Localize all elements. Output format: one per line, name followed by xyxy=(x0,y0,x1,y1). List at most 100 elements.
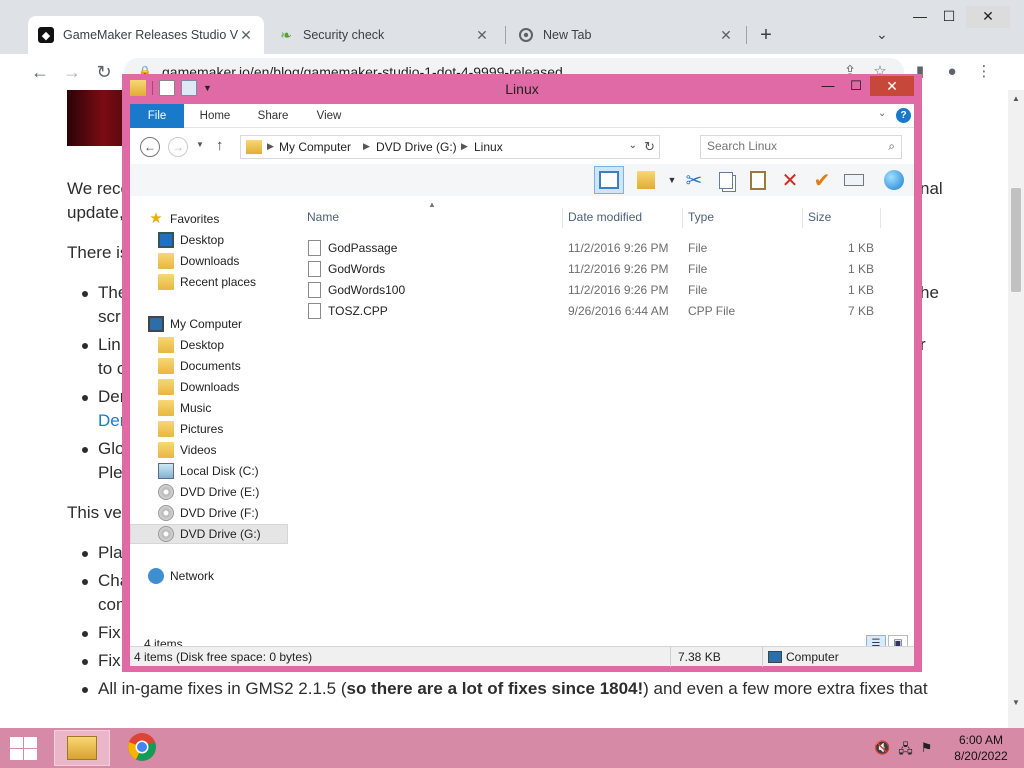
column-header-name[interactable]: Name xyxy=(307,210,339,224)
sort-ascending-icon: ▲ xyxy=(428,200,436,209)
action-center-icon[interactable]: ⚑ xyxy=(921,740,933,762)
column-divider[interactable] xyxy=(562,208,563,228)
chevron-right-icon[interactable]: ▶ xyxy=(461,141,468,152)
network-status-icon[interactable]: 🖧 xyxy=(898,740,913,762)
chevron-down-icon[interactable]: ⌄ xyxy=(878,108,886,119)
cut-icon[interactable]: ✂ xyxy=(682,168,706,192)
reload-button[interactable]: ↻ xyxy=(92,60,116,84)
profile-icon[interactable]: ● xyxy=(940,60,964,84)
preview-pane-icon[interactable] xyxy=(594,166,624,194)
window-title: Linux xyxy=(505,81,539,97)
chevron-down-icon[interactable]: ⌄ xyxy=(876,26,888,43)
select-all-icon[interactable] xyxy=(842,168,866,192)
file-date: 11/2/2016 9:26 PM xyxy=(568,241,669,255)
tab-new-tab[interactable]: New Tab ✕ xyxy=(508,16,744,54)
search-icon[interactable]: ⌕ xyxy=(888,139,895,154)
back-button[interactable]: ← xyxy=(140,137,160,157)
chevron-down-icon[interactable]: ⌄ xyxy=(629,140,637,151)
globe-icon[interactable] xyxy=(882,168,906,192)
nav-music[interactable]: Music xyxy=(130,398,288,418)
clock[interactable]: 6:00 AM 8/20/2022 xyxy=(944,732,1018,764)
forward-button[interactable]: → xyxy=(60,60,84,84)
nav-my-computer[interactable]: My Computer xyxy=(130,314,288,334)
tab-gamemaker[interactable]: ◆ GameMaker Releases Studio Version ✕ xyxy=(28,16,264,54)
minimize-button[interactable]: — xyxy=(814,76,842,96)
tab-security-check[interactable]: ❧ Security check ✕ xyxy=(268,16,500,54)
tab-file[interactable]: File xyxy=(130,104,184,128)
nav-dvd-drive-f[interactable]: DVD Drive (F:) xyxy=(130,503,288,523)
scroll-up-icon[interactable]: ▲ xyxy=(1012,94,1020,103)
tab-view[interactable]: View xyxy=(304,104,354,128)
tab-home[interactable]: Home xyxy=(190,104,240,128)
file-name: GodWords100 xyxy=(328,283,406,297)
taskbar-chrome[interactable] xyxy=(114,730,170,766)
taskbar-file-explorer[interactable] xyxy=(54,730,110,766)
file-row[interactable]: GodWords100 11/2/2016 9:26 PM File 1 KB xyxy=(300,280,900,301)
back-button[interactable]: ← xyxy=(28,60,52,84)
tab-share[interactable]: Share xyxy=(248,104,298,128)
rename-icon[interactable]: ✔ xyxy=(810,168,834,192)
file-size: 1 KB xyxy=(847,283,874,297)
help-icon[interactable]: ? xyxy=(896,108,911,123)
close-button[interactable]: ✕ xyxy=(870,76,914,96)
copy-icon[interactable] xyxy=(714,168,738,192)
leaf-icon: ❧ xyxy=(280,26,292,43)
close-icon[interactable]: ✕ xyxy=(238,27,254,44)
chevron-right-icon[interactable]: ▶ xyxy=(363,141,370,152)
file-row[interactable]: GodPassage 11/2/2016 9:26 PM File 1 KB xyxy=(300,238,900,259)
nav-desktop[interactable]: Desktop xyxy=(130,335,288,355)
file-row[interactable]: GodWords 11/2/2016 9:26 PM File 1 KB xyxy=(300,259,900,280)
recent-locations-icon[interactable]: ▼ xyxy=(196,140,204,149)
search-input[interactable] xyxy=(707,139,877,153)
nav-label: Downloads xyxy=(180,380,240,394)
breadcrumb-linux[interactable]: Linux xyxy=(474,140,503,154)
column-header-type[interactable]: Type xyxy=(688,210,714,224)
nav-documents[interactable]: Documents xyxy=(130,356,288,376)
column-header-date[interactable]: Date modified xyxy=(568,210,642,224)
file-row[interactable]: TOSZ.CPP 9/26/2016 6:44 AM CPP File 7 KB xyxy=(300,301,900,322)
explorer-titlebar[interactable]: ▼ Linux — ☐ ✕ xyxy=(122,74,922,104)
forward-button[interactable]: → xyxy=(168,137,188,157)
page-scrollbar[interactable]: ▲ ▼ xyxy=(1008,90,1024,728)
nav-videos[interactable]: Videos xyxy=(130,440,288,460)
nav-pictures[interactable]: Pictures xyxy=(130,419,288,439)
nav-fav-desktop[interactable]: Desktop xyxy=(130,230,288,250)
nav-fav-recent-places[interactable]: Recent places xyxy=(130,272,288,292)
nav-label: DVD Drive (G:) xyxy=(180,527,261,541)
nav-local-disk-c[interactable]: Local Disk (C:) xyxy=(130,461,288,481)
paste-icon[interactable] xyxy=(746,168,770,192)
scroll-thumb[interactable] xyxy=(1011,188,1021,292)
nav-downloads[interactable]: Downloads xyxy=(130,377,288,397)
windows-logo-icon xyxy=(10,749,23,760)
nav-favorites[interactable]: ★ Favorites xyxy=(130,209,288,229)
chevron-down-icon[interactable]: ▼ xyxy=(660,168,684,192)
column-header-size[interactable]: Size xyxy=(808,210,831,224)
close-icon[interactable]: ✕ xyxy=(474,27,490,44)
nav-network[interactable]: Network xyxy=(130,566,288,586)
close-button[interactable]: ✕ xyxy=(966,6,1010,28)
chevron-right-icon[interactable]: ▶ xyxy=(267,141,274,152)
address-bar[interactable]: ▶ My Computer ▶ DVD Drive (G:) ▶ Linux ⌄… xyxy=(240,135,660,159)
column-divider[interactable] xyxy=(880,208,881,228)
nav-fav-downloads[interactable]: Downloads xyxy=(130,251,288,271)
breadcrumb-dvd-drive[interactable]: DVD Drive (G:) xyxy=(376,140,457,154)
refresh-icon[interactable]: ↻ xyxy=(644,139,655,155)
column-divider[interactable] xyxy=(802,208,803,228)
search-box[interactable]: ⌕ xyxy=(700,135,902,159)
nav-dvd-drive-g[interactable]: DVD Drive (G:) xyxy=(130,524,288,544)
start-button[interactable] xyxy=(8,736,38,762)
scroll-down-icon[interactable]: ▼ xyxy=(1012,698,1020,707)
properties-icon[interactable] xyxy=(634,168,658,192)
delete-icon[interactable]: ✕ xyxy=(778,168,802,192)
maximize-button[interactable]: ☐ xyxy=(932,6,966,28)
new-tab-button[interactable]: + xyxy=(754,24,778,48)
maximize-button[interactable]: ☐ xyxy=(842,76,870,96)
volume-muted-icon[interactable]: 🔇 xyxy=(874,740,890,762)
up-arrow-icon[interactable]: ↑ xyxy=(216,137,224,154)
column-divider[interactable] xyxy=(682,208,683,228)
more-menu-icon[interactable]: ⋮ xyxy=(972,60,996,84)
network-icon xyxy=(148,568,164,584)
nav-dvd-drive-e[interactable]: DVD Drive (E:) xyxy=(130,482,288,502)
breadcrumb-my-computer[interactable]: My Computer xyxy=(279,140,351,154)
close-icon[interactable]: ✕ xyxy=(718,27,734,44)
